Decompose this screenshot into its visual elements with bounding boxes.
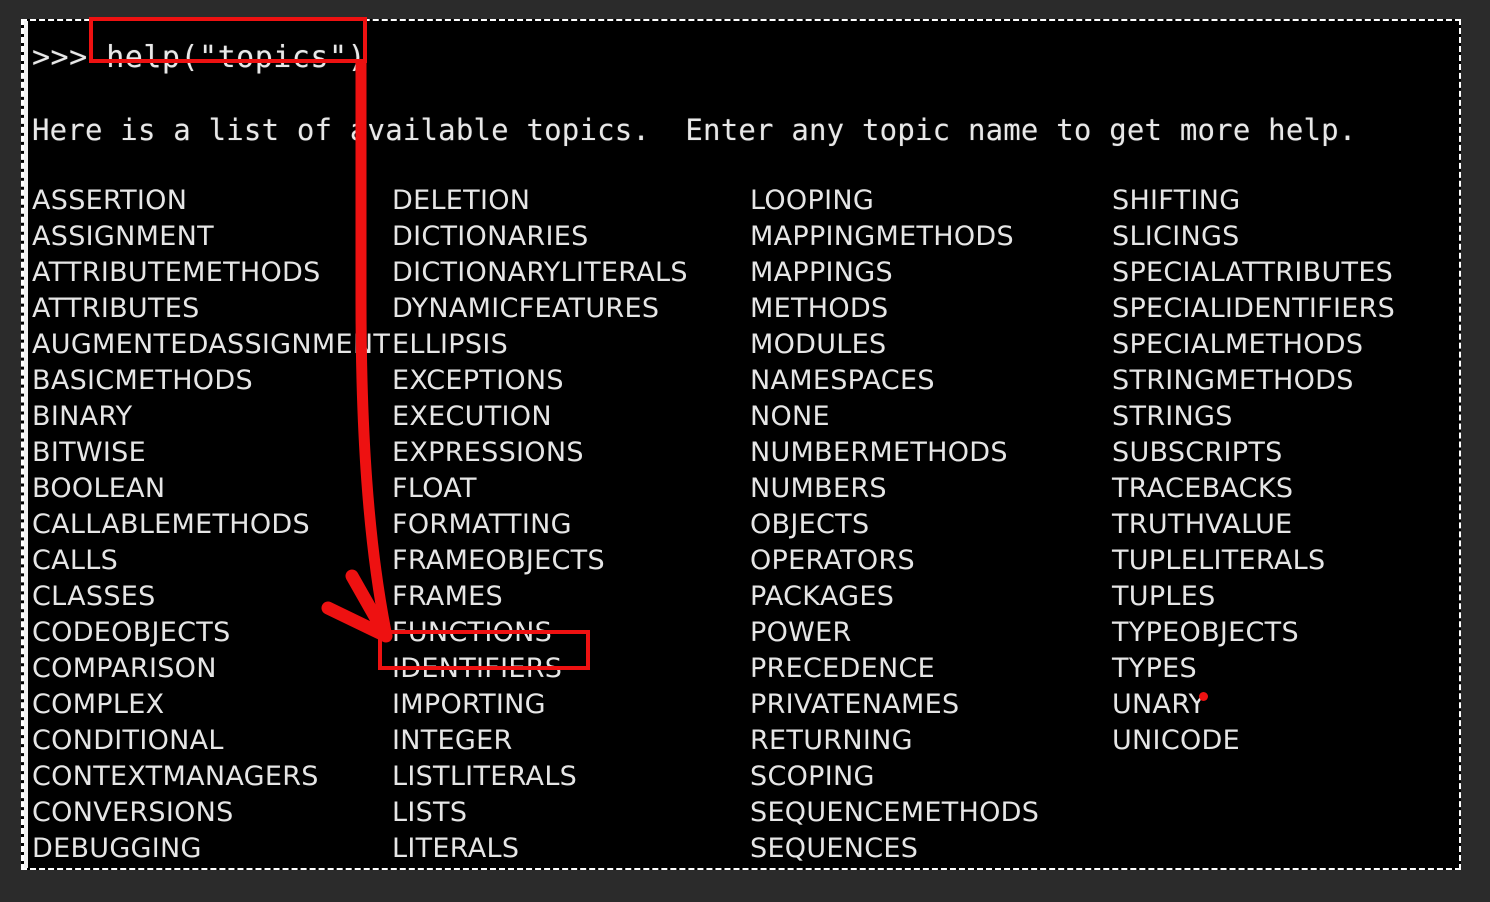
topic-item[interactable]: CONDITIONAL bbox=[32, 723, 392, 759]
topic-item[interactable]: SCOPING bbox=[750, 759, 1110, 795]
topic-item[interactable]: FRAMES bbox=[392, 579, 752, 615]
topic-item[interactable]: LISTS bbox=[392, 795, 752, 831]
topic-item[interactable]: NUMBERMETHODS bbox=[750, 435, 1110, 471]
topic-item[interactable]: BITWISE bbox=[32, 435, 392, 471]
screen-background: >>> help("topics") Here is a list of ava… bbox=[0, 0, 1490, 902]
topic-item[interactable]: NONE bbox=[750, 399, 1110, 435]
topic-item[interactable]: PRECEDENCE bbox=[750, 651, 1110, 687]
topic-item[interactable]: PRIVATENAMES bbox=[750, 687, 1110, 723]
topic-item[interactable]: AUGMENTEDASSIGNMENT bbox=[32, 327, 392, 363]
topic-item[interactable]: FORMATTING bbox=[392, 507, 752, 543]
topic-item[interactable]: ELLIPSIS bbox=[392, 327, 752, 363]
topic-item[interactable]: CLASSES bbox=[32, 579, 392, 615]
topic-item[interactable]: LITERALS bbox=[392, 831, 752, 867]
topic-item[interactable]: TRUTHVALUE bbox=[1112, 507, 1459, 543]
topics-column-4: SHIFTING SLICINGS SPECIALATTRIBUTES SPECIAL… bbox=[1112, 183, 1459, 759]
topic-item[interactable]: ATTRIBUTEMETHODS bbox=[32, 255, 392, 291]
topic-item[interactable]: DELETION bbox=[392, 183, 752, 219]
topic-item[interactable]: STRINGMETHODS bbox=[1112, 363, 1459, 399]
topic-item[interactable]: ASSERTION bbox=[32, 183, 392, 219]
topic-item[interactable]: STRINGS bbox=[1112, 399, 1459, 435]
topic-item[interactable]: CALLS bbox=[32, 543, 392, 579]
topic-item[interactable]: LISTLITERALS bbox=[392, 759, 752, 795]
topic-item[interactable]: COMPLEX bbox=[32, 687, 392, 723]
topic-item[interactable]: DYNAMICFEATURES bbox=[392, 291, 752, 327]
topic-item[interactable]: EXCEPTIONS bbox=[392, 363, 752, 399]
topic-item[interactable]: SPECIALATTRIBUTES bbox=[1112, 255, 1459, 291]
annotation-dot-unary bbox=[1199, 692, 1208, 701]
topic-item[interactable]: EXPRESSIONS bbox=[392, 435, 752, 471]
topic-item[interactable]: BINARY bbox=[32, 399, 392, 435]
topic-item[interactable]: IDENTIFIERS bbox=[392, 651, 752, 687]
topic-item[interactable]: SUBSCRIPTS bbox=[1112, 435, 1459, 471]
topic-item[interactable]: SLICINGS bbox=[1112, 219, 1459, 255]
topic-item[interactable]: UNICODE bbox=[1112, 723, 1459, 759]
topics-column-1: ASSERTION ASSIGNMENT ATTRIBUTEMETHODS ATTRI… bbox=[32, 183, 392, 867]
topics-column-2: DELETION DICTIONARIES DICTIONARYLITERALS DY… bbox=[392, 183, 752, 867]
topic-item[interactable]: SEQUENCEMETHODS bbox=[750, 795, 1110, 831]
help-topics-list: ASSERTION ASSIGNMENT ATTRIBUTEMETHODS ATTRI… bbox=[32, 183, 1452, 864]
topic-item[interactable]: SEQUENCES bbox=[750, 831, 1110, 867]
topic-item[interactable]: INTEGER bbox=[392, 723, 752, 759]
topic-item[interactable]: POWER bbox=[750, 615, 1110, 651]
topic-item[interactable]: TYPEOBJECTS bbox=[1112, 615, 1459, 651]
topic-item[interactable]: MAPPINGS bbox=[750, 255, 1110, 291]
topic-item[interactable]: SPECIALIDENTIFIERS bbox=[1112, 291, 1459, 327]
topic-item[interactable]: CODEOBJECTS bbox=[32, 615, 392, 651]
topic-item[interactable]: FLOAT bbox=[392, 471, 752, 507]
topic-item[interactable]: OBJECTS bbox=[750, 507, 1110, 543]
topic-item[interactable]: CONTEXTMANAGERS bbox=[32, 759, 392, 795]
topic-item[interactable]: TUPLELITERALS bbox=[1112, 543, 1459, 579]
topic-item[interactable]: ASSIGNMENT bbox=[32, 219, 392, 255]
topic-item[interactable]: MODULES bbox=[750, 327, 1110, 363]
help-intro-text: Here is a list of available topics. Ente… bbox=[32, 113, 1357, 147]
topic-item[interactable]: DICTIONARIES bbox=[392, 219, 752, 255]
topic-item[interactable]: MAPPINGMETHODS bbox=[750, 219, 1110, 255]
topic-item[interactable]: NAMESPACES bbox=[750, 363, 1110, 399]
topic-item[interactable]: TYPES bbox=[1112, 651, 1459, 687]
topic-item[interactable]: COMPARISON bbox=[32, 651, 392, 687]
topic-item[interactable]: DICTIONARYLITERALS bbox=[392, 255, 752, 291]
topic-item[interactable]: FUNCTIONS bbox=[392, 615, 752, 651]
topic-item[interactable]: NUMBERS bbox=[750, 471, 1110, 507]
topic-item[interactable]: BASICMETHODS bbox=[32, 363, 392, 399]
topic-item[interactable]: DEBUGGING bbox=[32, 831, 392, 867]
terminal-window[interactable]: >>> help("topics") Here is a list of ava… bbox=[24, 21, 1459, 868]
topic-item[interactable]: LOOPING bbox=[750, 183, 1110, 219]
topic-item[interactable]: PACKAGES bbox=[750, 579, 1110, 615]
terminal-left-gutter bbox=[24, 21, 28, 868]
topic-item[interactable]: BOOLEAN bbox=[32, 471, 392, 507]
topic-item[interactable]: CALLABLEMETHODS bbox=[32, 507, 392, 543]
topic-item[interactable]: TRACEBACKS bbox=[1112, 471, 1459, 507]
topic-item[interactable]: TUPLES bbox=[1112, 579, 1459, 615]
topic-item[interactable]: RETURNING bbox=[750, 723, 1110, 759]
topics-column-3: LOOPING MAPPINGMETHODS MAPPINGS METHODS MODU… bbox=[750, 183, 1110, 867]
topic-item[interactable]: CONVERSIONS bbox=[32, 795, 392, 831]
topic-item[interactable]: SPECIALMETHODS bbox=[1112, 327, 1459, 363]
python-prompt-line: >>> help("topics") bbox=[32, 40, 367, 75]
topic-item[interactable]: SHIFTING bbox=[1112, 183, 1459, 219]
topic-item[interactable]: OPERATORS bbox=[750, 543, 1110, 579]
topic-item[interactable]: METHODS bbox=[750, 291, 1110, 327]
topic-item[interactable]: EXECUTION bbox=[392, 399, 752, 435]
topic-item[interactable]: FRAMEOBJECTS bbox=[392, 543, 752, 579]
topic-item[interactable]: IMPORTING bbox=[392, 687, 752, 723]
topic-item[interactable]: ATTRIBUTES bbox=[32, 291, 392, 327]
topic-item[interactable]: UNARY bbox=[1112, 687, 1459, 723]
